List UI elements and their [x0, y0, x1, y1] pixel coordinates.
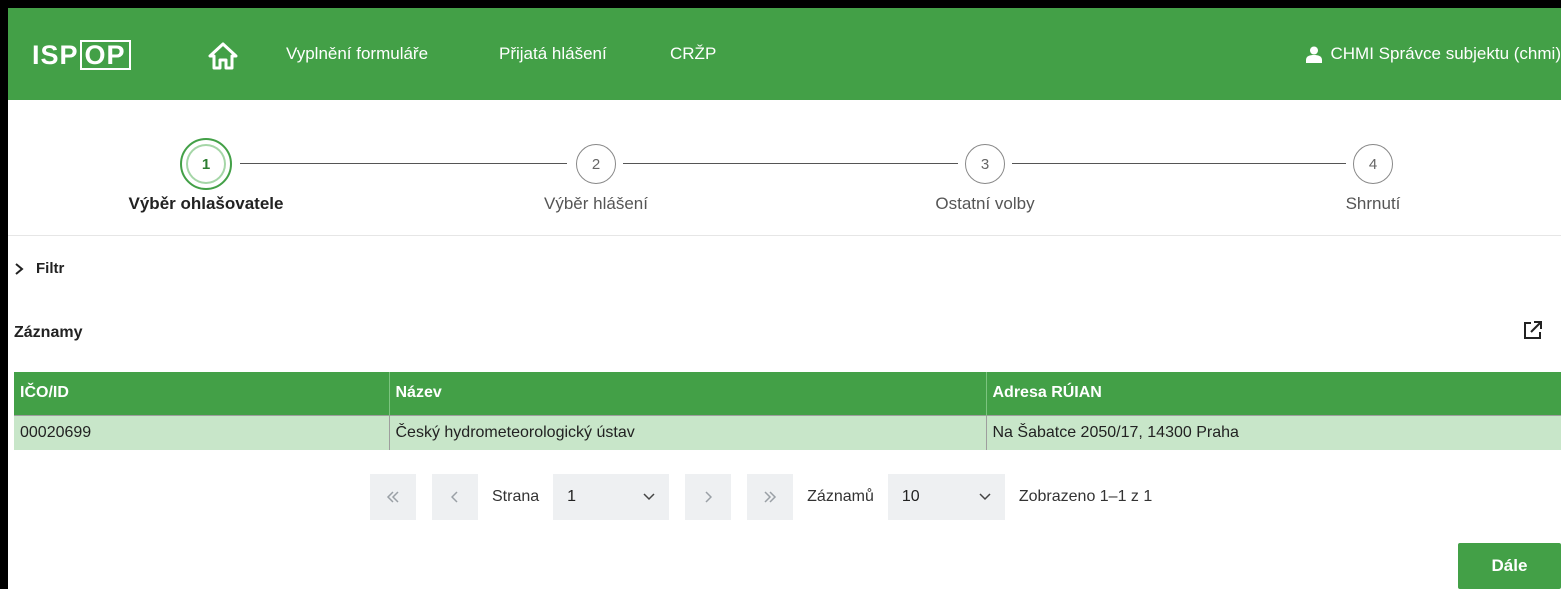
- chevron-left-icon: [451, 491, 458, 503]
- next-button[interactable]: Dále: [1458, 543, 1561, 589]
- user-name: CHMI Správce subjektu (chmi): [1330, 44, 1561, 63]
- ispop-logo[interactable]: ISP OP: [32, 38, 131, 72]
- pagination: Strana 1 Záznamů 10 Zobrazeno 1–1 z 1: [370, 474, 1166, 520]
- home-icon[interactable]: [208, 42, 238, 70]
- first-page-button[interactable]: [370, 474, 416, 520]
- step-3-label: Ostatní volby: [935, 194, 1035, 213]
- chevron-right-icon: [705, 491, 713, 503]
- step-connector: [1012, 163, 1346, 164]
- app-window: ISP OP Vyplnění formuláře Přijatá hlášení…: [8, 8, 1561, 589]
- step-2-circle[interactable]: 2: [576, 144, 616, 184]
- column-header-adresa[interactable]: Adresa RÚIAN: [986, 372, 1561, 415]
- chevron-right-icon: [15, 262, 24, 275]
- double-chevron-left-icon: [386, 491, 399, 503]
- nav-vyplneni-formulare[interactable]: Vyplnění formuláře: [286, 44, 428, 64]
- chevron-down-icon: [979, 493, 991, 501]
- page-label: Strana: [492, 488, 540, 505]
- step-1-label: Výběr ohlašovatele: [128, 194, 284, 213]
- step-4-circle[interactable]: 4: [1353, 144, 1393, 184]
- chevron-down-icon: [643, 493, 655, 501]
- page-select-value: 1: [567, 488, 577, 505]
- step-connector: [240, 163, 567, 164]
- page-select[interactable]: 1: [553, 474, 670, 520]
- step-connector: [623, 163, 958, 164]
- filter-toggle[interactable]: Filtr: [14, 260, 64, 277]
- logo-text: ISP OP: [32, 40, 131, 70]
- records-table: IČO/ID Název Adresa RÚIAN 00020699 Český…: [14, 372, 1561, 450]
- cell-adresa: Na Šabatce 2050/17, 14300 Praha: [986, 414, 1561, 450]
- table-row[interactable]: 00020699 Český hydrometeorologický ústav…: [14, 414, 1561, 450]
- pagination-summary: Zobrazeno 1–1 z 1: [1018, 488, 1153, 505]
- table-header-row: IČO/ID Název Adresa RÚIAN: [14, 372, 1561, 415]
- column-header-nazev[interactable]: Název: [389, 372, 987, 415]
- step-1-circle[interactable]: 1: [180, 138, 232, 190]
- external-link-icon[interactable]: [1522, 319, 1544, 341]
- records-title: Záznamy: [14, 324, 83, 341]
- step-3-circle[interactable]: 3: [965, 144, 1005, 184]
- wizard-stepper: 1 2 3 4 Výběr ohlašovatele Výběr hlášení…: [8, 100, 1561, 236]
- records-per-page-select[interactable]: 10: [887, 474, 1005, 520]
- records-per-page-label: Záznamů: [807, 488, 874, 505]
- last-page-button[interactable]: [747, 474, 794, 520]
- step-2-label: Výběr hlášení: [544, 194, 648, 213]
- next-page-button[interactable]: [685, 474, 732, 520]
- records-per-page-value: 10: [901, 488, 920, 505]
- top-navigation-bar: ISP OP Vyplnění formuláře Přijatá hlášení…: [8, 8, 1561, 100]
- user-menu[interactable]: CHMI Správce subjektu (chmi): [1306, 44, 1561, 64]
- double-chevron-right-icon: [764, 491, 777, 503]
- cell-nazev: Český hydrometeorologický ústav: [389, 414, 987, 450]
- user-icon: [1306, 46, 1323, 63]
- nav-crzp[interactable]: CRŽP: [670, 44, 716, 64]
- step-4-label: Shrnutí: [1345, 194, 1401, 213]
- cell-ico: 00020699: [14, 414, 390, 450]
- filter-label: Filtr: [36, 260, 65, 277]
- nav-prijata-hlaseni[interactable]: Přijatá hlášení: [499, 44, 607, 64]
- column-header-ico[interactable]: IČO/ID: [14, 372, 390, 415]
- previous-page-button[interactable]: [432, 474, 478, 520]
